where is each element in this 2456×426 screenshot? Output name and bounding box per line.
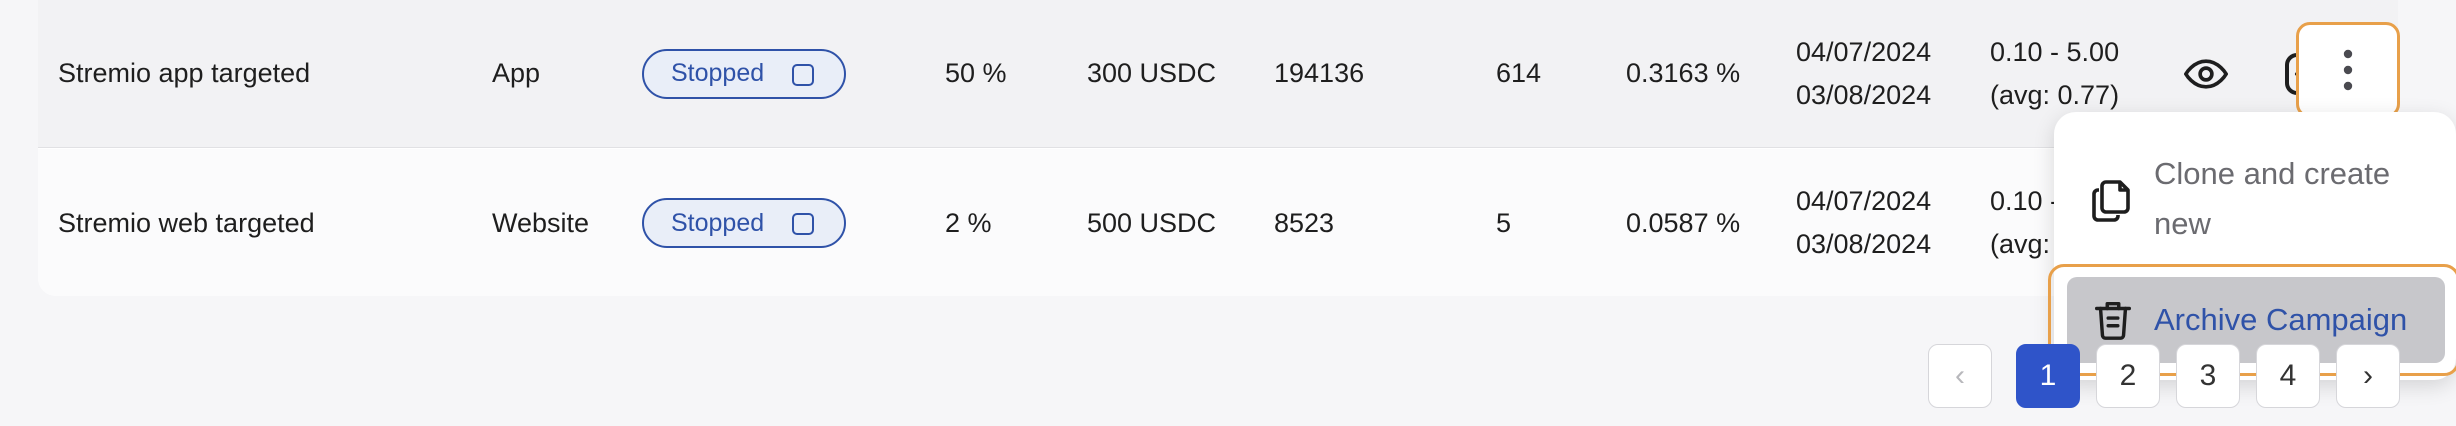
clone-menu-item[interactable]: Clone and create new (2054, 144, 2456, 254)
impressions-value: 194136 (1274, 58, 1365, 88)
ctr-value: 0.3163 % (1626, 58, 1741, 88)
stop-square-icon (792, 63, 814, 86)
chevron-left-icon: ‹ (1955, 359, 1965, 392)
prev-page-button[interactable]: ‹ (1928, 344, 1992, 408)
share-value: 2 % (945, 207, 992, 238)
page-button-4[interactable]: 4 (2256, 344, 2320, 408)
status-label: Stopped (671, 208, 765, 237)
campaigns-table: Stremio app targeted App Stopped 50 % 30… (38, 0, 2398, 296)
archive-label: Archive Campaign (2154, 302, 2408, 337)
budget-value: 300 USDC (1087, 58, 1217, 88)
budget-value: 500 USDC (1087, 207, 1217, 238)
start-date: 04/07/2024 (1796, 186, 1932, 216)
campaign-type: Website (492, 207, 590, 238)
status-badge[interactable]: Stopped (642, 198, 846, 248)
campaign-type: App (492, 58, 541, 88)
ctr-value: 0.0587 % (1626, 207, 1741, 238)
more-options-button[interactable] (2296, 22, 2400, 118)
end-date: 03/08/2024 (1796, 229, 1932, 259)
chevron-right-icon: › (2363, 359, 2373, 392)
clicks-value: 614 (1496, 58, 1542, 88)
table-row: Stremio app targeted App Stopped 50 % 30… (38, 0, 2398, 148)
status-badge[interactable]: Stopped (642, 48, 846, 99)
view-button[interactable] (2174, 42, 2238, 106)
bid-avg-value: (avg: 0.77) (1990, 79, 2120, 110)
trash-icon (2094, 301, 2132, 340)
campaign-name[interactable]: Stremio web targeted (58, 149, 315, 296)
eye-icon (2184, 59, 2228, 89)
next-page-button[interactable]: › (2336, 344, 2400, 408)
table-row: Stremio web targeted Website Stopped 2 %… (38, 149, 2398, 296)
date-range: 04/07/2024 03/08/2024 (1796, 0, 1931, 147)
bid-range-value: 0.10 - 5.00 (1990, 36, 2120, 67)
page-button-3[interactable]: 3 (2176, 344, 2240, 408)
status-label: Stopped (671, 59, 765, 87)
share-value: 50 % (945, 58, 1007, 88)
start-date: 04/07/2024 (1796, 36, 1932, 67)
page-button-2[interactable]: 2 (2096, 344, 2160, 408)
campaign-name[interactable]: Stremio app targeted (58, 0, 310, 147)
more-vertical-icon (2343, 49, 2353, 91)
stop-square-icon (792, 213, 814, 235)
page-button-1[interactable]: 1 (2016, 344, 2080, 408)
clone-icon (2092, 180, 2130, 222)
date-range: 04/07/2024 03/08/2024 (1796, 149, 1931, 296)
clicks-value: 5 (1496, 207, 1512, 238)
clone-label: Clone and create new (2154, 156, 2391, 241)
end-date: 03/08/2024 (1796, 79, 1932, 110)
row-actions-menu: Clone and create new Archive Campaign (2048, 112, 2456, 380)
impressions-value: 8523 (1274, 207, 1335, 238)
